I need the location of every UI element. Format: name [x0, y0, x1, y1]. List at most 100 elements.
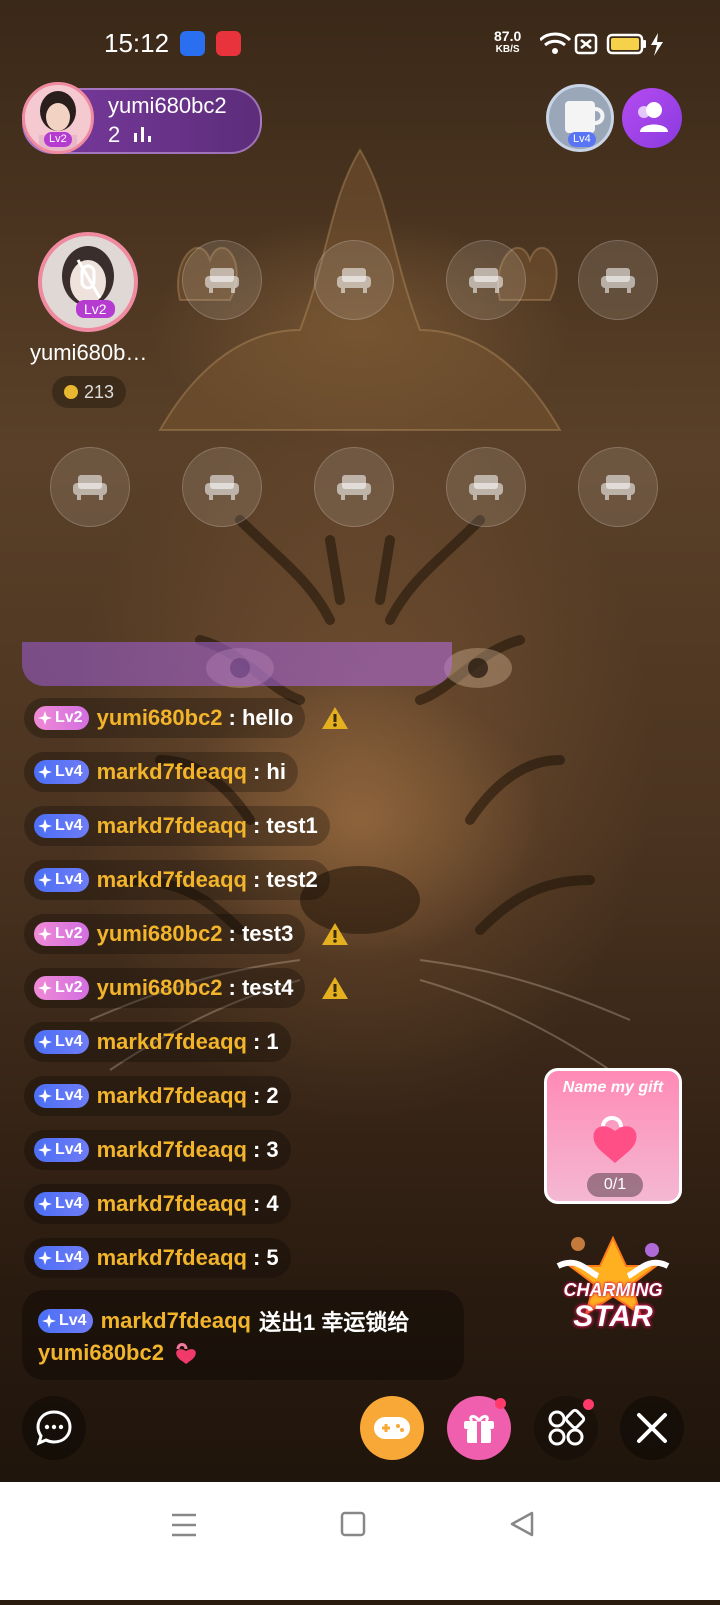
level-badge: Lv2	[34, 976, 89, 1000]
level-text: Lv4	[55, 1141, 83, 1158]
chat-text: : 1	[252, 1029, 279, 1054]
close-room-button[interactable]	[620, 1396, 684, 1460]
name-my-gift-title: Name my gift	[562, 1079, 664, 1096]
gamepad-icon	[374, 1417, 410, 1439]
gift-box-icon	[464, 1414, 494, 1443]
level-badge: Lv4	[34, 1084, 89, 1108]
star-icon	[38, 765, 52, 779]
level-text: Lv4	[55, 763, 83, 780]
star-icon	[38, 1143, 52, 1157]
chat-text: : 4	[252, 1191, 279, 1216]
status-icons	[540, 32, 663, 56]
net-speed-unit: KB/S	[495, 44, 520, 55]
game-button[interactable]	[360, 1396, 424, 1460]
empty-seat-7[interactable]	[314, 447, 394, 527]
level-text: Lv4	[59, 1312, 87, 1329]
chat-username[interactable]: markd7fdeaqq	[97, 759, 247, 785]
chat-username[interactable]: markd7fdeaqq	[97, 1029, 247, 1055]
level-badge: Lv4	[38, 1309, 93, 1333]
recent-apps-icon	[172, 1513, 196, 1537]
star-icon	[38, 1197, 52, 1211]
star-icon	[38, 711, 52, 725]
sofa-icon	[469, 475, 503, 500]
star-icon	[38, 927, 52, 941]
gift-action: 送出1 幸运锁给	[258, 1310, 410, 1335]
charming-star-banner[interactable]: CHARMING STAR	[548, 1236, 678, 1346]
screen-record-icon	[216, 31, 241, 56]
star-icon	[38, 1089, 52, 1103]
chat-text: : hello	[228, 705, 294, 730]
level-badge: Lv2	[34, 922, 89, 946]
chat-username[interactable]: markd7fdeaqq	[97, 1245, 247, 1271]
empty-seat-1[interactable]	[182, 240, 262, 320]
sofa-icon	[337, 475, 371, 500]
empty-seat-9[interactable]	[578, 447, 658, 527]
level-text: Lv4	[55, 1087, 83, 1104]
gift-notification: Lv4 markd7fdeaqq 送出1 幸运锁给 yumi680bc2	[22, 1290, 464, 1380]
coin-icon	[63, 385, 78, 399]
viewer-count-value: 2	[108, 122, 121, 147]
sofa-icon	[337, 268, 371, 293]
sofa-icon	[205, 475, 239, 500]
empty-seat-8[interactable]	[446, 447, 526, 527]
chat-username[interactable]: yumi680bc2	[97, 705, 223, 731]
empty-seat-4[interactable]	[578, 240, 658, 320]
level-text: Lv4	[55, 1195, 83, 1212]
chat-message: Lv4 markd7fdeaqq: test1	[24, 806, 330, 846]
chat-message: Lv4 markd7fdeaqq: hi	[24, 752, 298, 792]
more-notification-dot	[583, 1399, 594, 1410]
level-badge: Lv4	[34, 868, 89, 892]
level-text: Lv4	[55, 1033, 83, 1050]
charging-icon	[651, 33, 663, 56]
gift-receiver: yumi680bc2	[38, 1340, 164, 1365]
home-icon	[340, 1511, 366, 1537]
battery-icon	[606, 33, 646, 55]
net-speed: 87.0 KB/S	[494, 29, 521, 56]
empty-seat-6[interactable]	[182, 447, 262, 527]
heart-lock-icon	[593, 1116, 637, 1163]
chat-username[interactable]: yumi680bc2	[97, 975, 223, 1001]
level-badge: Lv4	[34, 814, 89, 838]
warning-icon[interactable]	[321, 975, 349, 1001]
level-badge: Lv4	[34, 1246, 89, 1270]
chat-text: : test4	[228, 975, 294, 1000]
warning-icon[interactable]	[321, 921, 349, 947]
online-users-button[interactable]	[622, 88, 682, 148]
level-text: Lv2	[55, 925, 83, 942]
level-text: Lv4	[55, 817, 83, 834]
chat-message: Lv4 markd7fdeaqq: 4	[24, 1184, 291, 1224]
level-text: Lv4	[55, 871, 83, 888]
level-badge: Lv4	[34, 1030, 89, 1054]
chat-username[interactable]: markd7fdeaqq	[97, 813, 247, 839]
sofa-icon	[601, 475, 635, 500]
close-icon	[637, 1413, 667, 1443]
star-icon	[38, 819, 52, 833]
chat-username[interactable]: markd7fdeaqq	[97, 867, 247, 893]
chat-message: Lv4 markd7fdeaqq: test2	[24, 860, 330, 900]
host-level-badge: Lv2	[44, 132, 72, 147]
level-badge: Lv4	[34, 1192, 89, 1216]
empty-seat-2[interactable]	[314, 240, 394, 320]
warning-icon[interactable]	[321, 705, 349, 731]
chat-message: Lv2 yumi680bc2: test3	[24, 914, 306, 954]
sim-off-icon	[574, 33, 598, 55]
top-viewer-level: Lv4	[568, 132, 596, 147]
status-bar: 15:12 87.0 KB/S	[0, 0, 720, 90]
empty-seat-3[interactable]	[446, 240, 526, 320]
level-text: Lv4	[55, 1249, 83, 1266]
chat-input-button[interactable]	[22, 1396, 86, 1460]
chat-username[interactable]: markd7fdeaqq	[97, 1191, 247, 1217]
chat-message: Lv4 markd7fdeaqq: 3	[24, 1130, 291, 1170]
name-my-gift-card[interactable]: Name my gift 0/1	[544, 1068, 682, 1204]
star-icon	[38, 1251, 52, 1265]
sofa-icon	[469, 268, 503, 293]
sofa-icon	[601, 268, 635, 293]
chat-username[interactable]: markd7fdeaqq	[97, 1137, 247, 1163]
chat-username[interactable]: yumi680bc2	[97, 921, 223, 947]
baidu-app-icon	[180, 31, 205, 56]
signal-bars-icon	[134, 127, 152, 142]
gift-sender: markd7fdeaqq	[100, 1308, 251, 1333]
chat-username[interactable]: markd7fdeaqq	[97, 1083, 247, 1109]
level-badge: Lv4	[34, 1138, 89, 1162]
empty-seat-5[interactable]	[50, 447, 130, 527]
